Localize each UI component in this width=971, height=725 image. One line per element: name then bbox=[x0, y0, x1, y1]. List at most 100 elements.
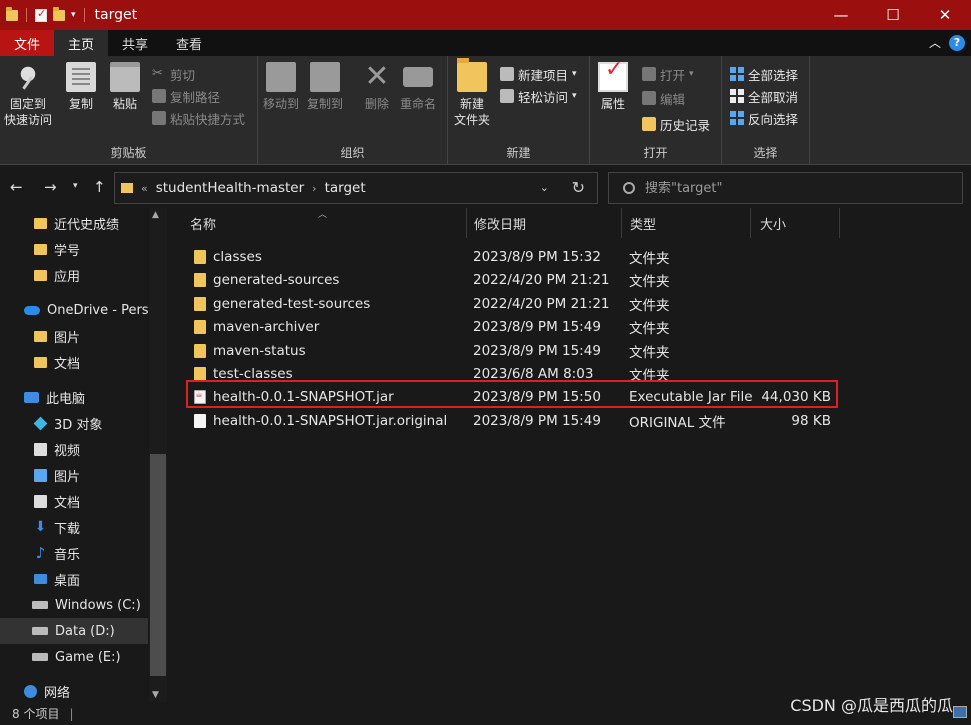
maximize-button[interactable]: ☐ bbox=[867, 0, 919, 30]
easy-access-button[interactable]: 轻松访问 ▾ bbox=[500, 86, 577, 106]
nav-item-videos[interactable]: 视频 bbox=[0, 436, 148, 462]
nav-item-label: 应用 bbox=[54, 269, 81, 285]
desktop-icon bbox=[34, 574, 47, 584]
search-input[interactable] bbox=[645, 180, 945, 196]
copy-button[interactable]: 复制 bbox=[66, 62, 96, 112]
minimize-button[interactable]: — bbox=[815, 0, 867, 30]
tab-home[interactable]: 主页 bbox=[54, 30, 109, 56]
nav-item-label: 音乐 bbox=[54, 547, 81, 563]
pin-icon bbox=[13, 62, 43, 92]
details-view-icon[interactable] bbox=[953, 706, 967, 718]
download-icon: ⬇ bbox=[34, 518, 47, 535]
chevron-down-icon[interactable]: ⌄ bbox=[540, 181, 549, 194]
recent-locations-chevron-icon[interactable]: ▾ bbox=[73, 181, 78, 191]
copy-to-button[interactable]: 复制到 bbox=[307, 62, 343, 112]
file-row-generated-sources[interactable]: generated-sources 2022/4/20 PM 21:21 文件夹 bbox=[186, 268, 842, 291]
customize-dropdown-icon[interactable]: ▾ bbox=[71, 10, 76, 20]
nav-item-network[interactable]: 网络 bbox=[0, 678, 148, 702]
tab-view[interactable]: 查看 bbox=[162, 30, 216, 56]
address-bar[interactable]: « studentHealth-master › target ⌄ ↻ bbox=[114, 172, 598, 204]
nav-item-data-d[interactable]: Data (D:) bbox=[0, 618, 148, 644]
file-type: ORIGINAL 文件 bbox=[629, 414, 726, 431]
select-all-button[interactable]: 全部选择 bbox=[730, 64, 798, 84]
tab-file[interactable]: 文件 bbox=[0, 30, 55, 56]
back-arrow-icon[interactable]: ← bbox=[10, 178, 23, 196]
nav-item-onedrive-documents[interactable]: 文档 bbox=[0, 349, 148, 375]
select-none-label: 全部取消 bbox=[748, 89, 799, 105]
edit-button[interactable]: 编辑 bbox=[642, 88, 685, 108]
window-controls: — ☐ ✕ bbox=[815, 0, 971, 30]
quick-access-toolbar: ▾ bbox=[0, 0, 87, 30]
file-name: health-0.0.1-SNAPSHOT.jar.original bbox=[213, 412, 448, 429]
column-header-date[interactable]: 修改日期 bbox=[464, 208, 622, 238]
nav-item-3d-objects[interactable]: 3D 对象 bbox=[0, 410, 148, 436]
scroll-down-icon[interactable]: ▼ bbox=[152, 690, 159, 700]
new-folder-button[interactable]: 新建 文件夹 bbox=[454, 58, 490, 128]
file-name: maven-status bbox=[213, 342, 306, 359]
paste-button[interactable]: 粘贴 bbox=[110, 62, 140, 112]
search-box[interactable] bbox=[608, 172, 963, 204]
file-row-generated-test-sources[interactable]: generated-test-sources 2022/4/20 PM 21:2… bbox=[186, 292, 842, 315]
scroll-up-icon[interactable]: ▲ bbox=[152, 210, 159, 220]
nav-item-music[interactable]: ♪ 音乐 bbox=[0, 540, 148, 566]
file-row-maven-archiver[interactable]: maven-archiver 2023/8/9 PM 15:49 文件夹 bbox=[186, 315, 842, 338]
file-row-maven-status[interactable]: maven-status 2023/8/9 PM 15:49 文件夹 bbox=[186, 339, 842, 362]
select-group: 全部选择 全部取消 反向选择 选择 bbox=[722, 56, 810, 165]
move-to-button[interactable]: 移动到 bbox=[263, 62, 299, 112]
breadcrumb-separator[interactable]: › bbox=[312, 182, 316, 195]
rename-button[interactable]: 重命名 bbox=[400, 62, 436, 112]
delete-button[interactable]: ✕ 删除 bbox=[362, 62, 392, 112]
nav-item-onedrive[interactable]: OneDrive - Persc bbox=[0, 297, 148, 323]
nav-item-documents[interactable]: 文档 bbox=[0, 488, 148, 514]
history-button[interactable]: 历史记录 bbox=[642, 114, 710, 134]
organize-group: 移动到 复制到 ✕ 删除 重命名 组织 bbox=[258, 56, 448, 165]
file-row-health-jar-original[interactable]: health-0.0.1-SNAPSHOT.jar.original 2023/… bbox=[186, 409, 842, 432]
paste-shortcut-button[interactable]: 粘贴快捷方式 bbox=[152, 108, 245, 128]
open-button[interactable]: 打开 ▾ bbox=[642, 64, 694, 84]
copy-path-button[interactable]: 复制路径 bbox=[152, 86, 220, 106]
nav-item-onedrive-pictures[interactable]: 图片 bbox=[0, 323, 148, 349]
help-icon[interactable]: ? bbox=[949, 34, 965, 51]
nav-item-windows-c[interactable]: Windows (C:) bbox=[0, 592, 148, 618]
folder-icon bbox=[121, 183, 133, 193]
close-button[interactable]: ✕ bbox=[919, 0, 971, 30]
pin-quick-access-button[interactable]: 固定到 快速访问 bbox=[4, 62, 52, 128]
up-arrow-icon[interactable]: ↑ bbox=[93, 178, 106, 196]
refresh-icon[interactable]: ↻ bbox=[572, 178, 585, 197]
nav-item-modern-history-grades[interactable]: 近代史成绩 bbox=[0, 210, 148, 236]
file-name: classes bbox=[213, 248, 262, 265]
nav-pane-scrollbar[interactable]: ▲ ▼ bbox=[149, 208, 167, 702]
collapse-ribbon-icon[interactable]: ︿ bbox=[929, 34, 941, 51]
folder-icon bbox=[34, 217, 47, 229]
onedrive-icon bbox=[24, 305, 40, 315]
forward-arrow-icon[interactable]: → bbox=[44, 178, 57, 196]
properties-icon[interactable] bbox=[35, 7, 47, 22]
column-header-size[interactable]: 大小 bbox=[750, 208, 840, 238]
nav-item-apps[interactable]: 应用 bbox=[0, 262, 148, 288]
nav-item-pictures[interactable]: 图片 bbox=[0, 462, 148, 488]
select-none-button[interactable]: 全部取消 bbox=[730, 86, 798, 106]
new-item-button[interactable]: 新建项目 ▾ bbox=[500, 64, 577, 84]
file-type: 文件夹 bbox=[629, 273, 670, 290]
breadcrumb-studenthealth-master[interactable]: studentHealth-master bbox=[156, 180, 304, 196]
nav-item-desktop[interactable]: 桌面 bbox=[0, 566, 148, 592]
nav-item-game-e[interactable]: Game (E:) bbox=[0, 644, 148, 670]
properties-button[interactable]: 属性 bbox=[598, 62, 628, 112]
tab-share[interactable]: 共享 bbox=[108, 30, 162, 56]
file-row-classes[interactable]: classes 2023/8/9 PM 15:32 文件夹 bbox=[186, 245, 842, 268]
drive-icon bbox=[32, 627, 48, 635]
cut-button[interactable]: ✂ 剪切 bbox=[152, 64, 195, 84]
column-header-type[interactable]: 类型 bbox=[620, 208, 751, 238]
breadcrumb-target[interactable]: target bbox=[325, 180, 366, 196]
new-folder-icon[interactable] bbox=[53, 6, 65, 21]
file-type: 文件夹 bbox=[629, 320, 670, 337]
nav-item-this-pc[interactable]: 此电脑 bbox=[0, 384, 148, 410]
nav-item-downloads[interactable]: ⬇ 下载 bbox=[0, 514, 148, 540]
column-header-name[interactable]: 名称 bbox=[180, 208, 467, 238]
new-group-label: 新建 bbox=[506, 146, 531, 160]
breadcrumb-overflow[interactable]: « bbox=[141, 182, 148, 195]
nav-item-label: Data (D:) bbox=[55, 623, 115, 639]
nav-item-student-id[interactable]: 学号 bbox=[0, 236, 148, 262]
invert-selection-button[interactable]: 反向选择 bbox=[730, 108, 798, 128]
scroll-thumb[interactable] bbox=[150, 454, 166, 676]
